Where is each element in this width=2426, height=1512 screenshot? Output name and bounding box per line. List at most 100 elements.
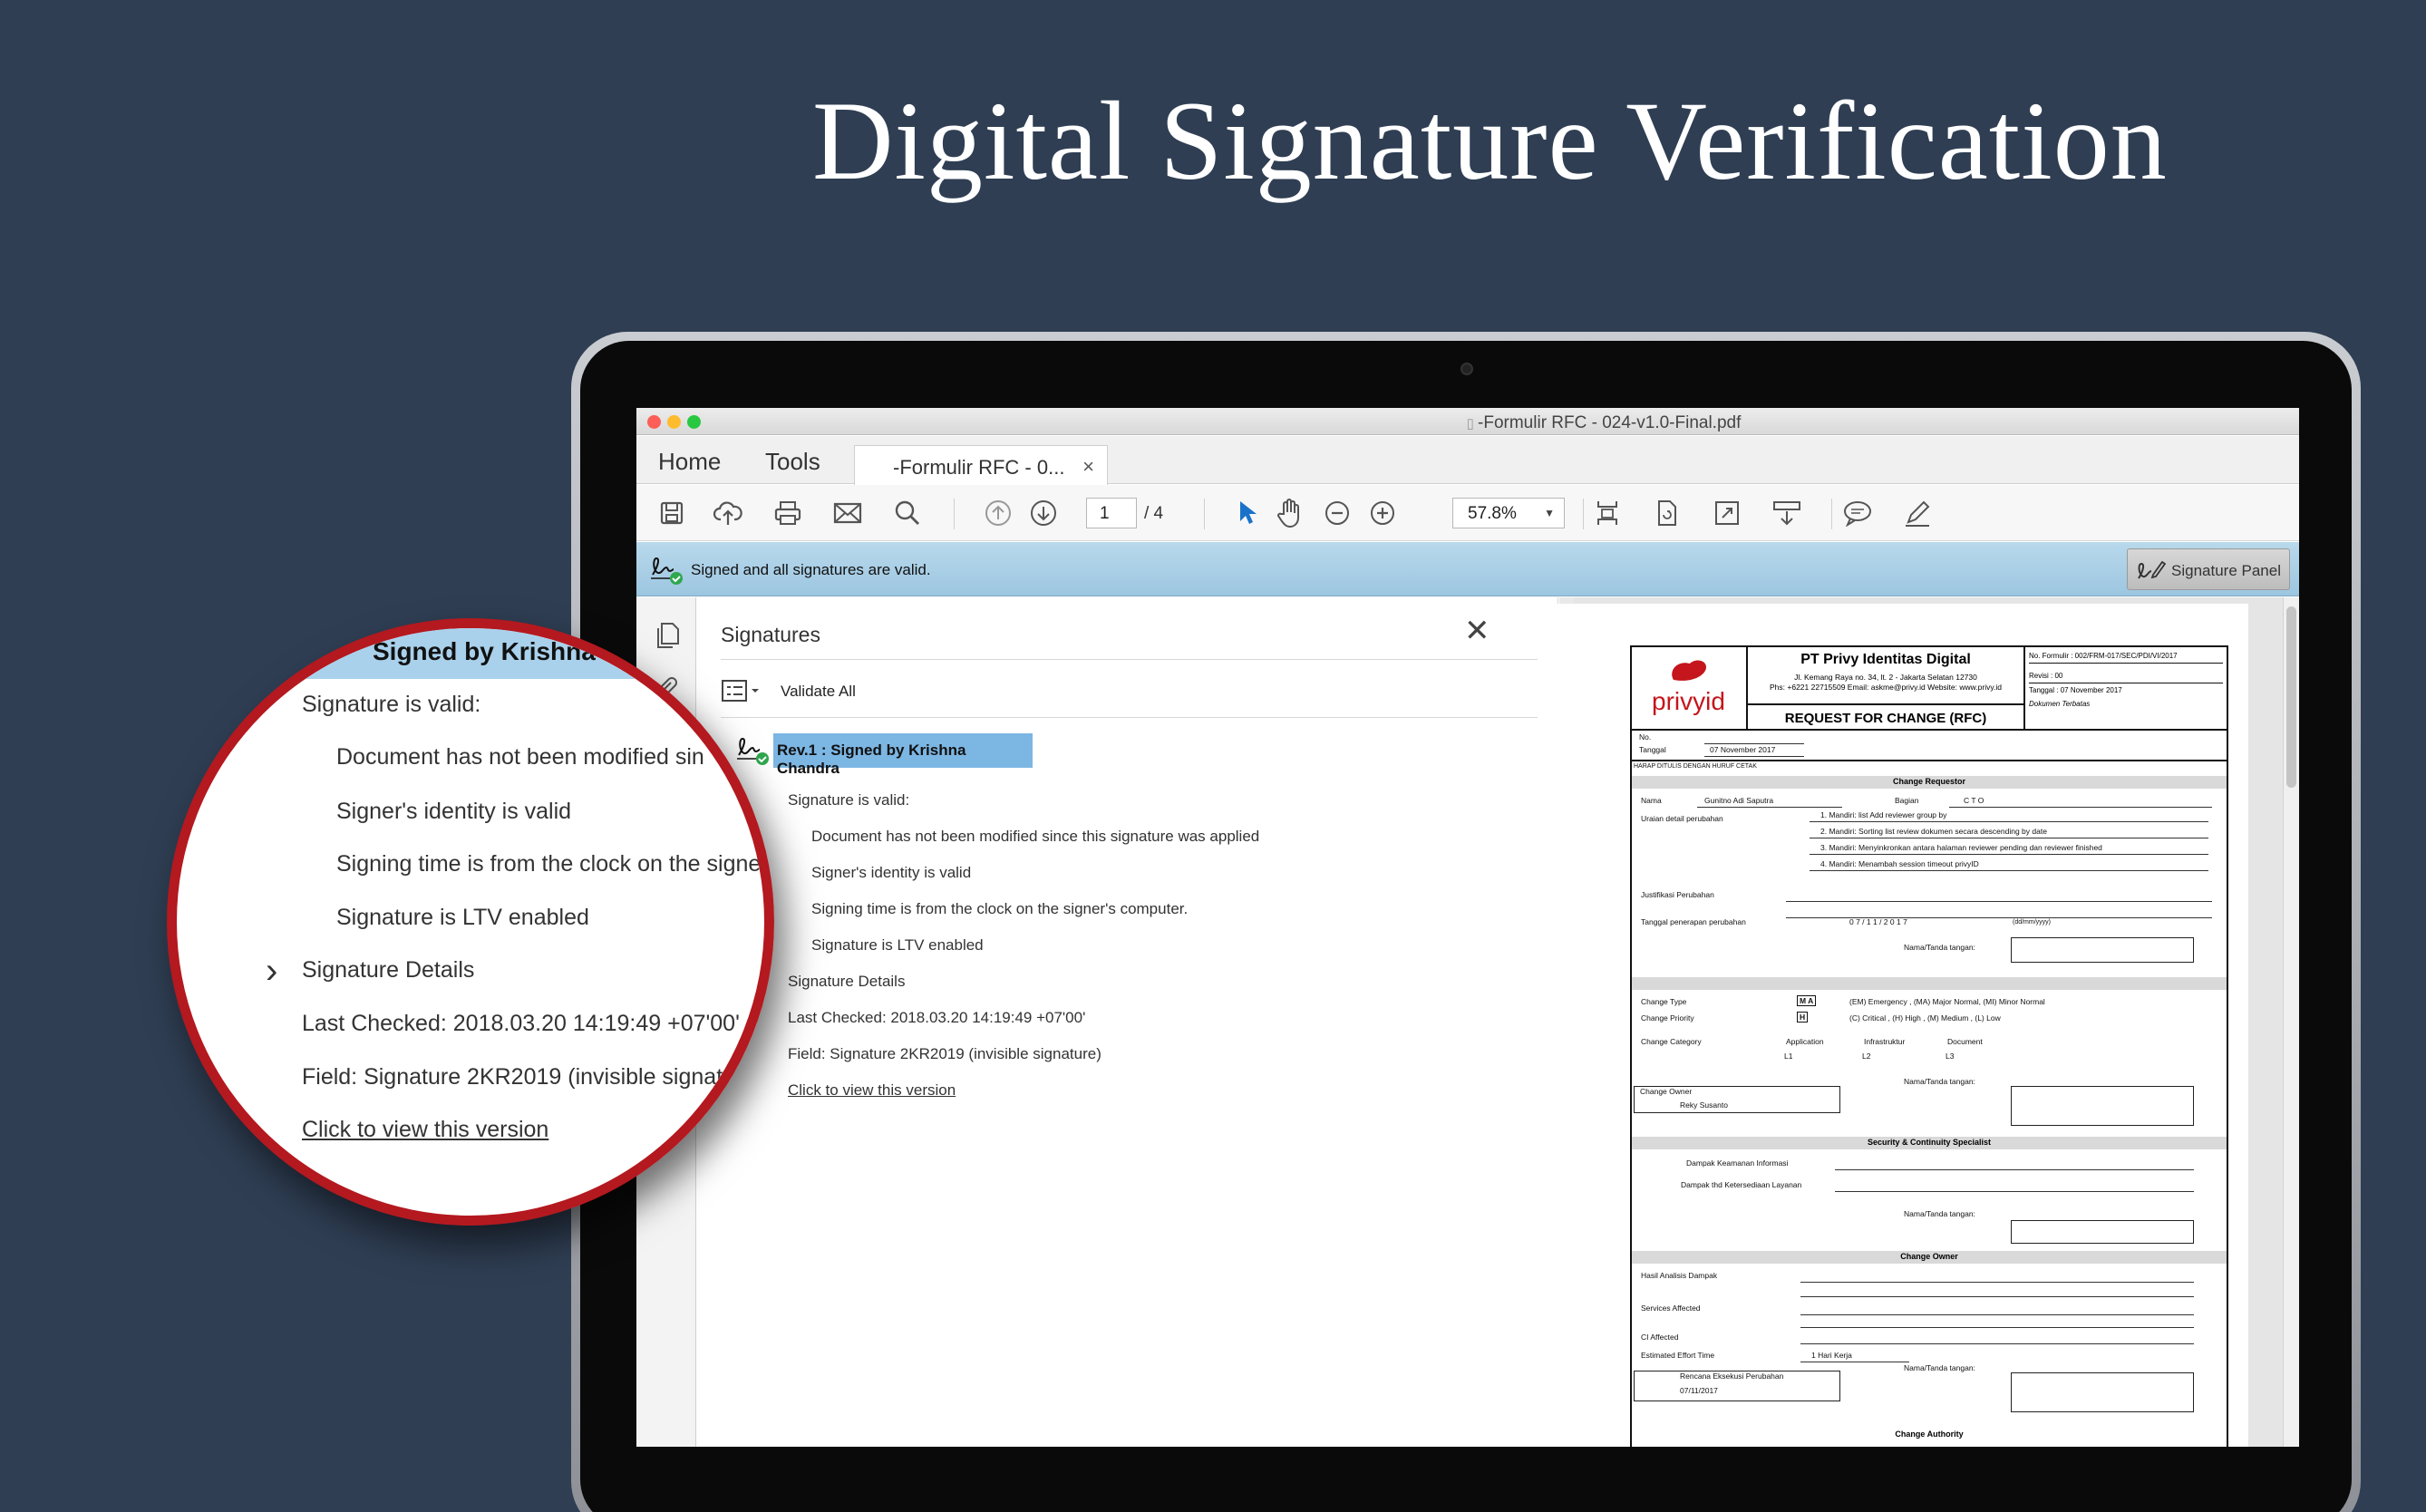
close-icon[interactable]: ✕ (1464, 615, 1490, 646)
change-priority-mark: H (1797, 1012, 1809, 1023)
signature-field-text: Field: Signature 2KR2019 (invisible sign… (788, 1045, 1101, 1062)
signature-box (2011, 1086, 2194, 1126)
magnifier-field-text: Field: Signature 2KR2019 (invisible sign… (302, 1064, 723, 1090)
category-option: Document (1947, 1037, 1983, 1046)
email-icon[interactable] (832, 498, 863, 528)
signature-valid-icon (735, 733, 771, 771)
company-address: Jl. Kemang Raya no. 34, lt. 2 - Jakarta … (1770, 673, 2002, 692)
change-owner-label: Change Owner (1640, 1087, 1693, 1096)
nama-value: Gunitno Adi Saputra (1704, 796, 1774, 805)
category-option: Infrastruktur (1864, 1037, 1906, 1046)
previous-page-icon[interactable] (983, 498, 1014, 528)
company-logo: privyid (1632, 647, 1748, 731)
upload-cloud-icon[interactable] (713, 498, 743, 528)
zoom-in-icon[interactable] (1367, 498, 1398, 528)
signature-valid-heading: Signature is valid: (788, 791, 910, 809)
signature-label: Nama/Tanda tangan: (1904, 1077, 1975, 1086)
tab-document[interactable]: -Formulir RFC - 0... × (854, 445, 1108, 485)
underline (1800, 1314, 2194, 1315)
section-change-owner: Change Owner (1632, 1251, 2227, 1264)
signature-check-item: Signing time is from the clock on the si… (811, 900, 1189, 917)
form-metadata: No. Formulir : 002/FRM-017/SEC/PDI/VI/20… (2023, 647, 2227, 731)
hand-tool-icon[interactable] (1275, 498, 1305, 528)
view-version-link[interactable]: Click to view this version (788, 1081, 956, 1100)
close-tab-icon[interactable]: × (1082, 455, 1094, 479)
chevron-right-icon: › (266, 951, 278, 991)
underline (1835, 1169, 2194, 1170)
zoom-select[interactable]: 57.8% ▼ (1452, 498, 1565, 528)
magnifier-check-item: Document has not been modified sin (336, 744, 704, 770)
scroll-mode-icon[interactable] (1771, 498, 1802, 528)
print-icon[interactable] (772, 498, 803, 528)
toolbar-divider (1583, 499, 1584, 529)
category-code: L3 (1946, 1052, 1955, 1061)
underline (1786, 901, 2212, 902)
underline (1800, 1327, 2194, 1328)
signature-details-toggle[interactable]: Signature Details (788, 973, 905, 991)
nav-home[interactable]: Home (658, 448, 721, 476)
next-page-icon[interactable] (1028, 498, 1059, 528)
section-change-requestor: Change Requestor (1632, 776, 2227, 789)
save-icon[interactable] (656, 498, 687, 528)
estimated-effort-label: Estimated Effort Time (1641, 1351, 1715, 1360)
last-checked-text: Last Checked: 2018.03.20 14:19:49 +07'00… (788, 1009, 1086, 1026)
estimated-effort-value: 1 Hari Kerja (1811, 1351, 1852, 1360)
signature-status-text: Signed and all signatures are valid. (691, 561, 931, 578)
validate-options-icon[interactable] (721, 677, 764, 709)
magnifier-last-checked: Last Checked: 2018.03.20 14:19:49 +07'00… (302, 1011, 740, 1036)
underline (1810, 870, 2208, 871)
vertical-scrollbar[interactable] (2283, 597, 2299, 1447)
hero-title: Digital Signature Verification (812, 79, 2168, 203)
scrollbar-thumb[interactable] (2286, 606, 2296, 788)
toolbar-divider (954, 499, 955, 529)
signature-label: Nama/Tanda tangan: (1904, 1363, 1975, 1372)
uraian-item: 2. Mandiri: Sorting list review dokumen … (1820, 827, 2047, 836)
comment-icon[interactable] (1842, 498, 1873, 528)
tanggal-penerapan-value: 0 7 / 1 1 / 2 0 1 7 (1849, 917, 1907, 926)
rotate-page-icon[interactable] (1652, 498, 1683, 528)
signature-panel-button[interactable]: Signature Panel (2127, 548, 2290, 590)
camera-icon (1460, 363, 1473, 375)
pdf-page: privyid PT Privy Identitas Digital Jl. K… (1548, 604, 2248, 1447)
page-number-input[interactable]: 1 (1086, 498, 1137, 528)
underline (1800, 1282, 2194, 1283)
date-format-hint: (dd/mm/yyyy) (2013, 919, 2051, 926)
nav-tools[interactable]: Tools (765, 448, 820, 476)
change-type-mark: M A (1797, 995, 1817, 1006)
full-screen-icon[interactable] (1712, 498, 1742, 528)
select-pointer-icon[interactable] (1231, 498, 1262, 528)
toolbar-divider (1831, 499, 1832, 529)
bagian-label: Bagian (1895, 796, 1919, 805)
hasil-analisis-label: Hasil Analisis Dampak (1641, 1271, 1718, 1280)
category-option: Application (1786, 1037, 1824, 1046)
magnifier-lens: Signed by Krishna Signature is valid: Do… (167, 618, 774, 1226)
underline (1800, 1343, 2194, 1344)
fit-page-icon[interactable] (1592, 498, 1623, 528)
form-no-label: No. (1639, 732, 1652, 741)
signature-revision-item[interactable]: Rev.1 : Signed by Krishna Chandra (773, 733, 1033, 777)
rencana-value: 07/11/2017 (1680, 1386, 1718, 1395)
underline (1835, 1191, 2194, 1192)
change-type-options: (EM) Emergency , (MA) Major Normal, (MI)… (1849, 997, 2045, 1006)
signature-box (2011, 937, 2194, 963)
category-code: L1 (1784, 1052, 1793, 1061)
magnifier-view-version-link: Click to view this version (302, 1117, 549, 1142)
rencana-label: Rencana Eksekusi Perubahan (1680, 1371, 1784, 1381)
underline (1704, 756, 1804, 757)
panel-divider (721, 659, 1538, 660)
signature-valid-icon (649, 553, 685, 590)
search-icon[interactable] (892, 498, 923, 528)
uraian-item: 1. Mandiri: list Add reviewer group by (1820, 810, 1947, 819)
signature-label: Nama/Tanda tangan: (1904, 943, 1975, 952)
form-header: privyid PT Privy Identitas Digital Jl. K… (1632, 647, 2227, 731)
zoom-out-icon[interactable] (1322, 498, 1353, 528)
rfc-form: privyid PT Privy Identitas Digital Jl. K… (1630, 645, 2228, 1447)
magnifier-check-item: Signing time is from the clock on the si… (336, 851, 762, 877)
signature-check-item: Signer's identity is valid (811, 864, 972, 881)
highlight-pen-icon[interactable] (1902, 498, 1933, 528)
signature-pen-icon (2135, 557, 2167, 588)
validate-all-button[interactable]: Validate All (781, 683, 856, 701)
change-priority-label: Change Priority (1641, 1013, 1694, 1023)
nama-label: Nama (1641, 796, 1662, 805)
dampak-ketersediaan-label: Dampak thd Ketersediaan Layanan (1681, 1180, 1802, 1189)
